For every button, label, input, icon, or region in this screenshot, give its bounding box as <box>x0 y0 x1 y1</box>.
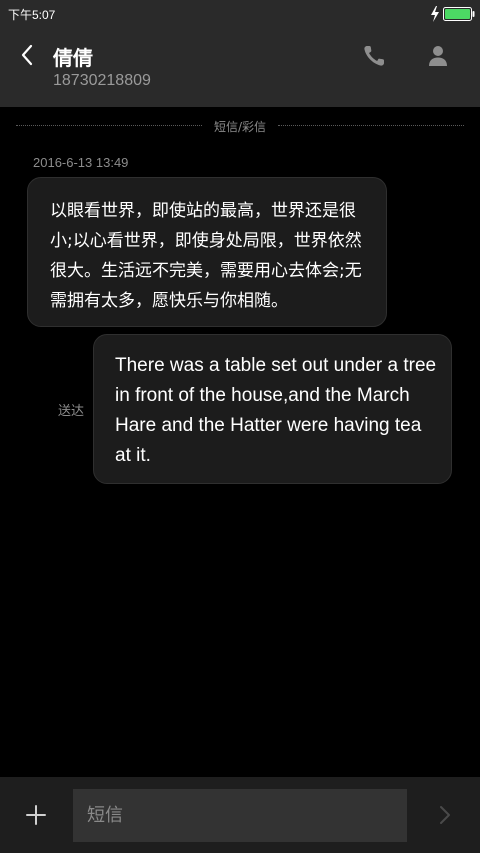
plus-icon <box>26 805 46 825</box>
message-type-label: 短信/彩信 <box>213 120 267 134</box>
outgoing-message-bubble[interactable]: There was a table set out under a tree i… <box>93 334 452 484</box>
contact-name[interactable]: 倩倩 <box>53 42 93 71</box>
contact-number: 18730218809 <box>53 72 151 89</box>
incoming-message-text: 以眼看世界，即使站的最高，世界还是很小;以心看世界，即使身处局限，世界依然很大。… <box>50 201 362 311</box>
call-button[interactable] <box>360 42 388 70</box>
add-attachment-button[interactable] <box>22 801 50 829</box>
composer-bar <box>0 777 480 853</box>
chevron-right-icon <box>440 806 450 824</box>
status-time: 下午5:07 <box>8 8 56 22</box>
message-input[interactable] <box>73 789 407 842</box>
person-icon <box>429 46 447 66</box>
chevron-left-icon <box>21 44 33 66</box>
conversation-header: 倩倩 18730218809 <box>0 28 480 107</box>
back-button[interactable] <box>12 40 42 70</box>
bolt-icon <box>431 6 439 22</box>
divider-line <box>16 125 202 126</box>
contact-info-button[interactable] <box>424 42 452 70</box>
divider-line <box>278 125 464 126</box>
send-button[interactable] <box>430 801 458 829</box>
message-timestamp: 2016-6-13 13:49 <box>33 155 129 170</box>
delivery-status: 送达 <box>58 404 85 419</box>
battery-full-icon <box>443 7 475 21</box>
outgoing-message-text: There was a table set out under a tree i… <box>115 355 437 466</box>
messaging-screen: 下午5:07 倩倩 18730218809 短信/彩信 2016-6-13 13… <box>0 0 480 853</box>
message-type-divider: 短信/彩信 <box>16 116 464 136</box>
incoming-message-bubble[interactable]: 以眼看世界，即使站的最高，世界还是很小;以心看世界，即使身处局限，世界依然很大。… <box>27 177 387 327</box>
phone-icon <box>364 46 384 66</box>
status-bar: 下午5:07 <box>0 0 480 28</box>
